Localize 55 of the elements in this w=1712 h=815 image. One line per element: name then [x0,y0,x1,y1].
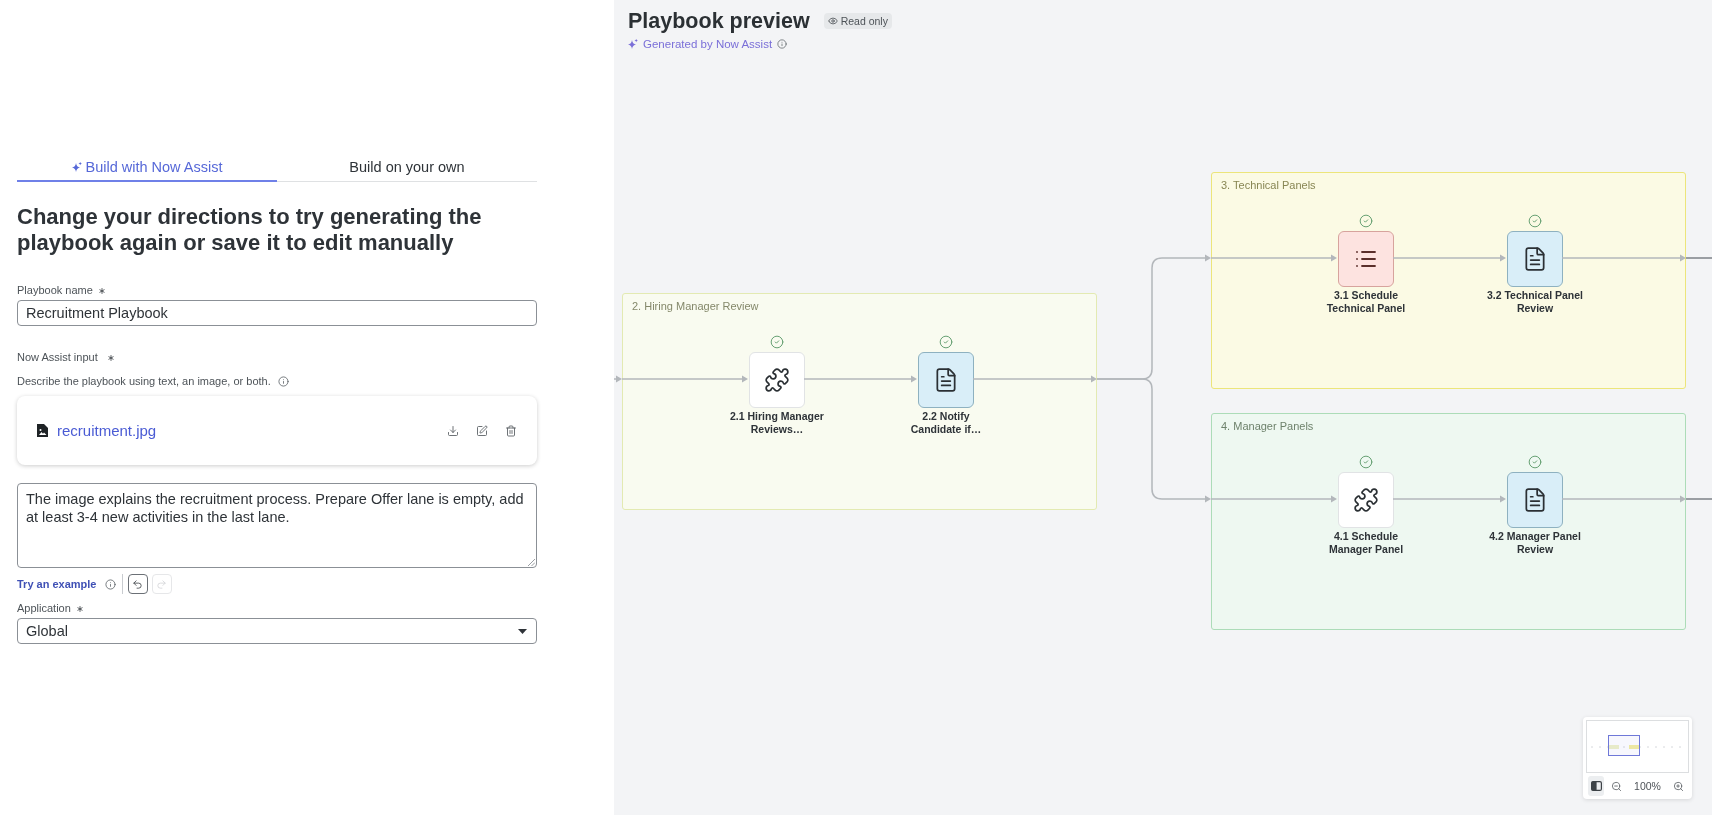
download-icon [447,424,459,437]
edit-button[interactable] [474,422,490,439]
info-icon[interactable] [104,578,116,590]
prompt-field[interactable]: The image explains the recruitment process. Prepare Offer lane is empty, add at least 3-4 new activities in the last lane. [17,483,537,568]
field-label: Now Assist input [17,350,98,365]
activity-label: 3.2 Technical Panel Review [1485,289,1585,315]
generated-note: Generated by Now Assist [643,38,773,50]
activity-label: 2.2 Notify Candidate if… [909,410,983,436]
document-icon [933,367,959,393]
preview-title: Playbook preview [628,8,810,34]
minimap-toggle-icon [1590,781,1602,791]
file-link[interactable]: recruitment.jpg [57,422,157,439]
lane-title: 3. Technical Panels [1221,178,1316,192]
info-icon[interactable] [277,376,289,387]
image-file-icon [37,424,48,437]
lane-title: 4. Manager Panels [1221,419,1314,433]
document-icon [1522,487,1548,513]
activity-label: 4.1 Schedule Manager Panel [1327,530,1405,556]
activity-label: 3.1 Schedule Technical Panel [1325,289,1407,315]
field-label: Playbook name [17,283,93,298]
activity-label: 2.1 Hiring Manager Reviews… [729,410,825,436]
edit-icon [476,424,488,437]
activity-label: 4.2 Manager Panel Review [1488,530,1582,556]
connector-line [1685,257,1712,259]
undo-icon [132,578,143,590]
zoom-level: 100% [1634,780,1661,792]
tab[interactable]: Build with Now Assist [17,153,277,182]
lane-title: 2. Hiring Manager Review [632,299,759,313]
puzzle-icon [1353,487,1379,513]
puzzle-icon [764,367,790,393]
caret-down-icon [518,628,527,634]
undo-button[interactable] [127,574,148,594]
viewport-frame[interactable] [1608,735,1640,756]
select-value: Global [26,623,68,639]
resize-handle-icon[interactable] [528,559,535,566]
sparkle-icon [628,39,638,49]
info-icon[interactable] [777,39,788,49]
field-label: Application [17,601,71,616]
zoom-in-icon [1673,780,1685,792]
delete-button[interactable] [503,422,519,439]
trash-icon [505,424,517,437]
sparkle-icon [71,161,82,172]
tab[interactable]: Build on your own [277,153,537,182]
playbook-name-field[interactable]: Recruitment Playbook [17,300,537,326]
connector-line [1685,498,1712,500]
example-link[interactable]: Try an example [17,578,97,590]
document-icon [1522,246,1548,272]
badge-text: Read only [840,15,888,27]
zoom-out-icon [1610,780,1622,792]
minimap-toggle-button[interactable] [1588,776,1605,796]
eye-icon [827,16,838,26]
redo-icon [156,578,167,590]
application-select[interactable]: Global [17,618,537,644]
heading: Change your directions to try generating the playbook again or save it to edit manually [17,204,483,256]
field-hint: Describe the playbook using text, an image, or both. [17,374,271,389]
